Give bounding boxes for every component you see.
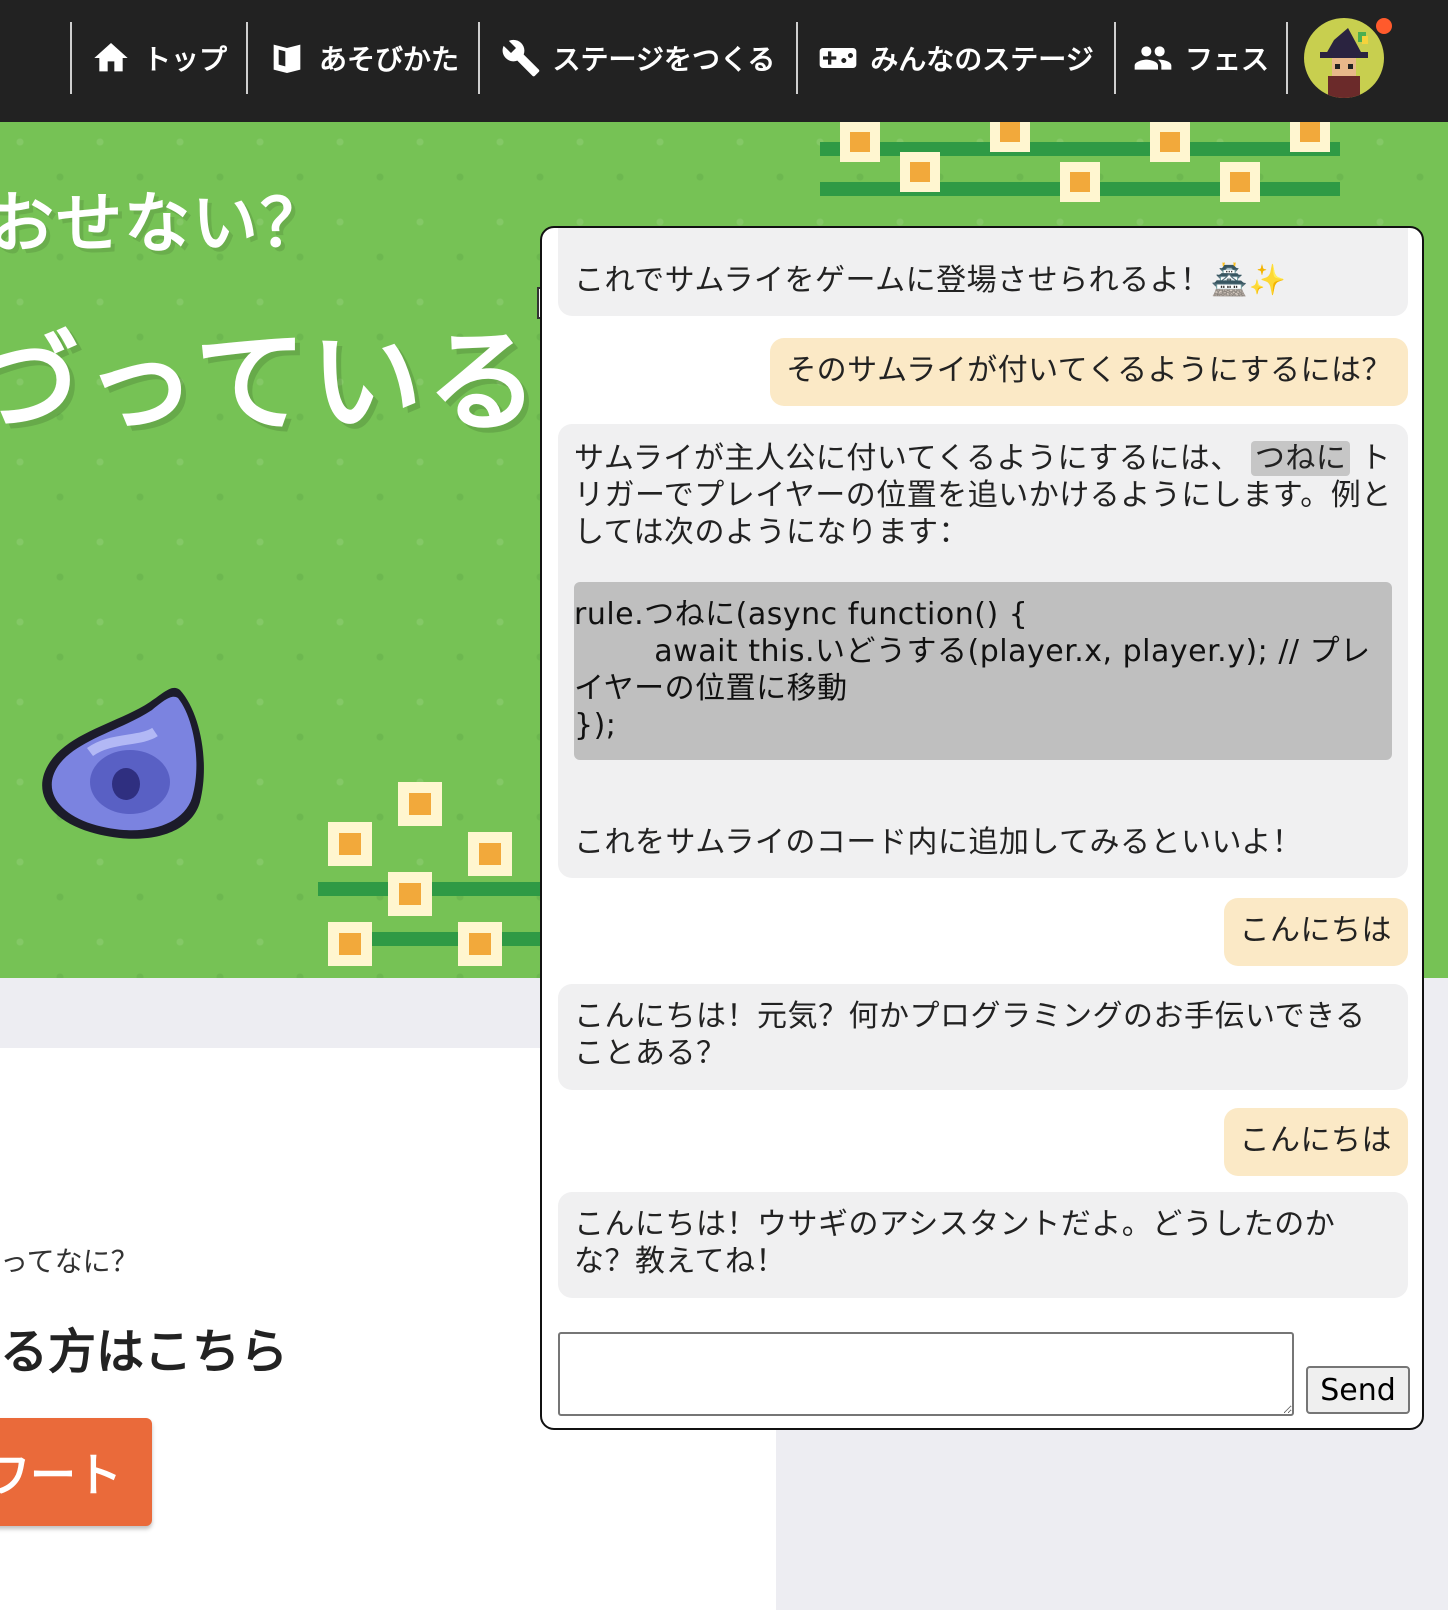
- nav-item-label: フェス: [1184, 43, 1269, 76]
- slime-character-icon: [42, 687, 204, 839]
- nav-item-top[interactable]: トップ: [70, 22, 246, 94]
- message-text: サムライが主人公に付いてくるようにするには、: [574, 441, 1241, 476]
- hero-heading-line1: おせない？: [0, 185, 328, 262]
- code-block: rule.つねに(async function() { await this.い…: [574, 582, 1392, 760]
- message-text: こんにちは！ウサギのアシスタントだよ。どうしたのかな？教えてね！: [574, 1207, 1336, 1279]
- wrench-icon: [501, 38, 541, 78]
- book-icon: [267, 38, 307, 78]
- message-text: こんにちは: [1239, 1123, 1392, 1158]
- message-text: こんにちは！元気？何かプログラミングのお手伝いできることある？: [574, 999, 1366, 1071]
- message-text: そのサムライが付いてくるようにするには？: [786, 353, 1392, 388]
- notification-dot: [1376, 18, 1392, 34]
- nav-item-everyone-stages[interactable]: みんなのステージ: [796, 22, 1114, 94]
- bot-message: こんにちは！ウサギのアシスタントだよ。どうしたのかな？教えてね！: [558, 1192, 1408, 1298]
- flower-pattern-bottom: [318, 782, 548, 966]
- bot-message: これでサムライをゲームに登場させられるよ！🏯✨: [558, 228, 1408, 316]
- top-navigation: トップ あそびかた ステージをつくる みんなのステージ フェス: [0, 0, 1448, 122]
- question-text: ってなに？: [0, 1245, 139, 1278]
- message-text: こんにちは: [1239, 913, 1392, 948]
- nav-item-label: トップ: [142, 43, 227, 76]
- nav-item-label: ステージをつくる: [552, 43, 776, 76]
- message-text: これでサムライをゲームに登場させられるよ！🏯✨: [574, 263, 1287, 298]
- witch-avatar-icon: [1320, 28, 1368, 98]
- chat-log[interactable]: これでサムライをゲームに登場させられるよ！🏯✨ そのサムライが付いてくるようにす…: [558, 228, 1408, 1308]
- people-icon: [1133, 38, 1173, 78]
- chat-input[interactable]: [558, 1332, 1294, 1416]
- bot-message: こんにちは！元気？何かプログラミングのお手伝いできることある？: [558, 984, 1408, 1090]
- bot-message: サムライが主人公に付いてくるようにするには、 つねに トリガーでプレイヤーの位置…: [558, 424, 1408, 878]
- user-message: そのサムライが付いてくるようにするには？: [770, 338, 1408, 406]
- flower-pattern-top: [820, 122, 1340, 202]
- gamepad-icon: [818, 38, 858, 78]
- nav-item-label: あそびかた: [318, 43, 459, 76]
- start-button[interactable]: ワート: [0, 1418, 152, 1526]
- user-avatar[interactable]: [1304, 18, 1384, 98]
- nav-item-make-stage[interactable]: ステージをつくる: [478, 22, 796, 94]
- message-text: これをサムライのコード内に追加してみるといいよ！: [574, 825, 1303, 860]
- section-title: る方はこちら: [0, 1324, 289, 1380]
- inline-code: つねに: [1250, 441, 1351, 476]
- home-icon: [91, 38, 131, 78]
- chat-panel: これでサムライをゲームに登場させられるよ！🏯✨ そのサムライが付いてくるようにす…: [540, 226, 1424, 1430]
- nav-item-howto[interactable]: あそびかた: [246, 22, 478, 94]
- nav-item-fes[interactable]: フェス: [1114, 22, 1288, 94]
- nav-item-label: みんなのステージ: [870, 43, 1094, 76]
- user-message: こんにちは: [1223, 898, 1408, 966]
- user-message: こんにちは: [1223, 1108, 1408, 1176]
- send-button[interactable]: Send: [1306, 1366, 1410, 1414]
